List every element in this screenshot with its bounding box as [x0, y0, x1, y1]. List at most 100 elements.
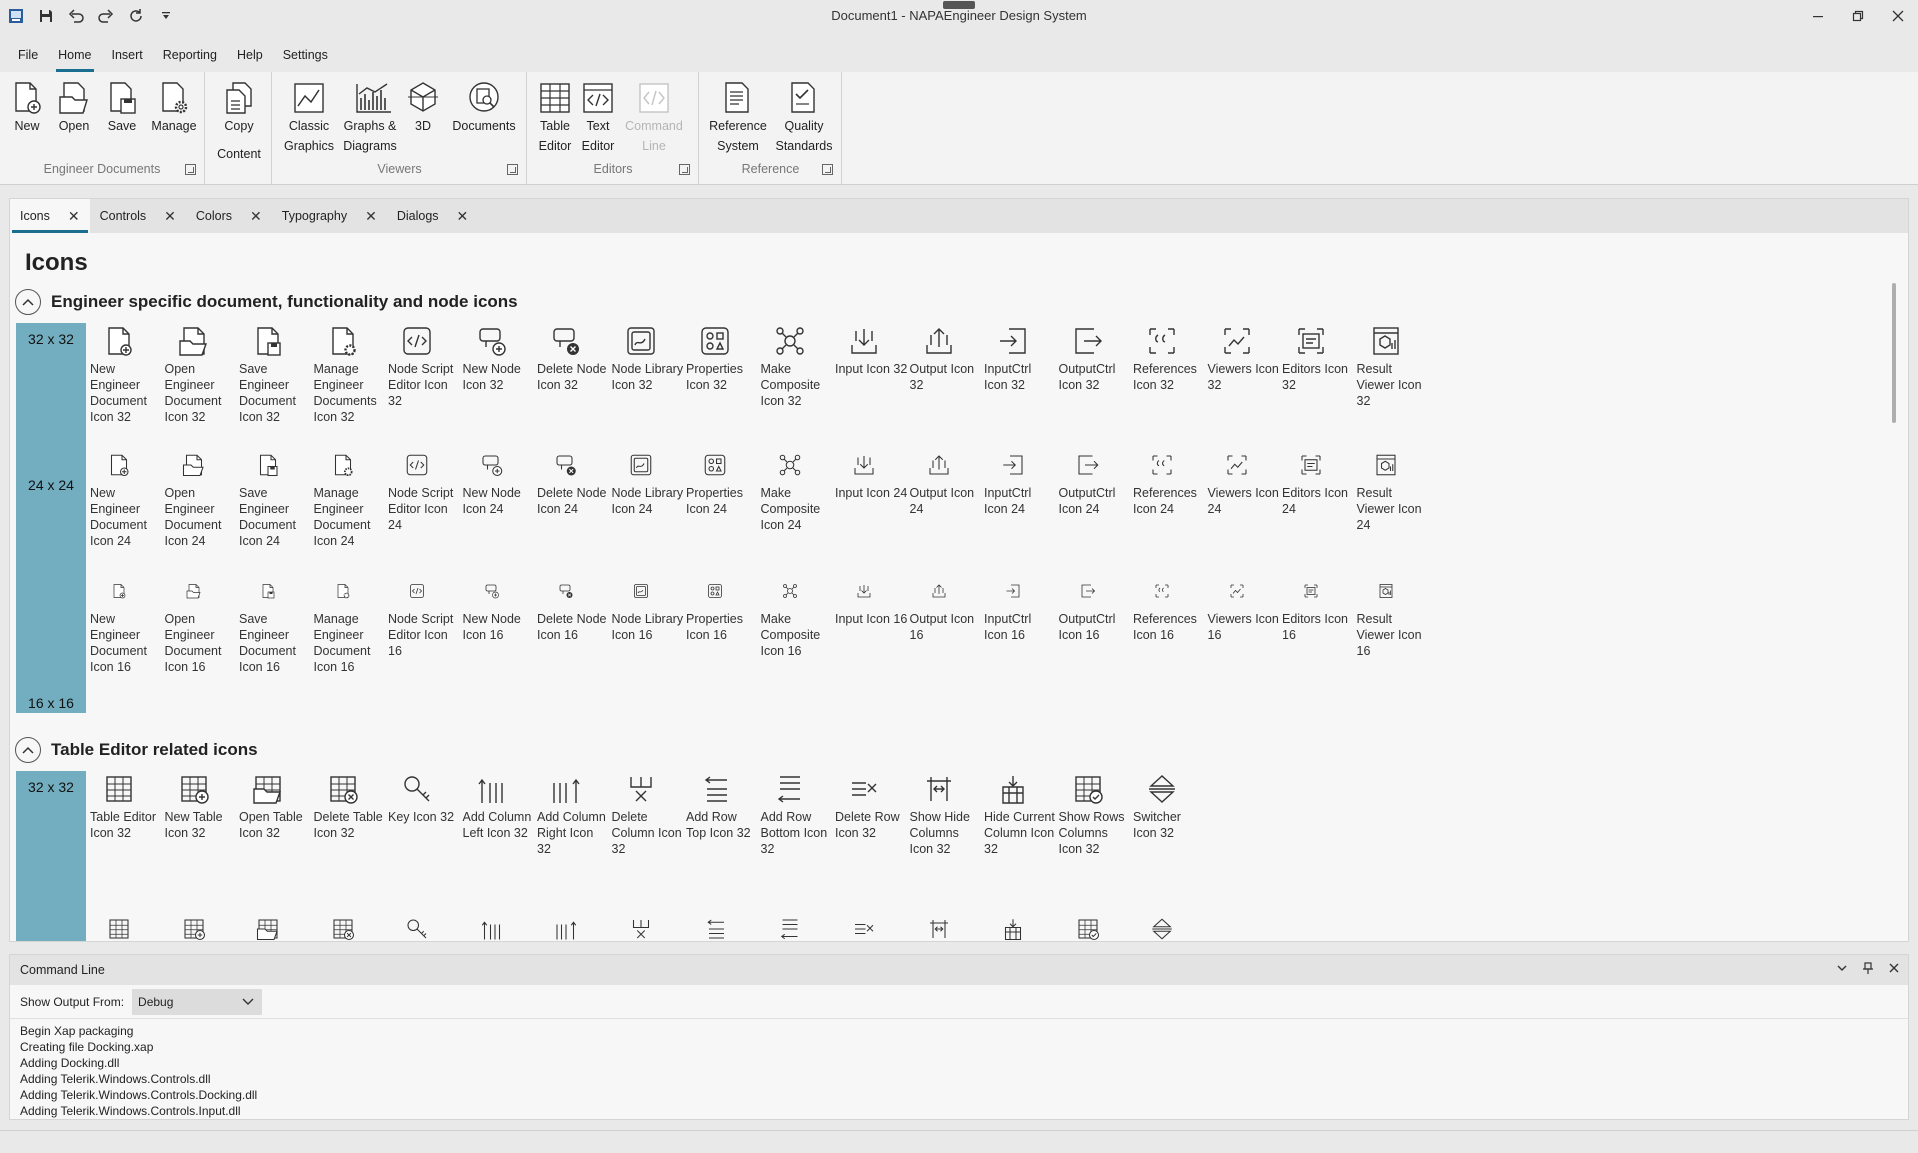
3d-viewer-button[interactable]: 3D	[403, 80, 443, 136]
icon-item[interactable]: Delete Node Icon 32	[537, 325, 612, 425]
manage-documents-button[interactable]: Manage	[150, 80, 198, 136]
close-panel-icon[interactable]	[1888, 962, 1900, 974]
icon-item[interactable]: Properties Icon 16	[686, 575, 761, 675]
output-source-select[interactable]: Debug	[132, 988, 263, 1015]
classic-graphics-button[interactable]: Classic Graphics	[283, 80, 335, 156]
icon-item[interactable]: New Engineer Document Icon 16	[90, 575, 165, 675]
icon-item[interactable]: Delete Table Icon 32	[314, 773, 389, 857]
close-tab-icon[interactable]: ✕	[250, 208, 262, 225]
menu-tab-insert[interactable]: Insert	[102, 38, 153, 72]
icon-item[interactable]	[835, 913, 910, 941]
menu-tab-help[interactable]: Help	[227, 38, 273, 72]
icon-item[interactable]: Output Icon 32	[910, 325, 985, 425]
icon-item[interactable]: Table Editor Icon 32	[90, 773, 165, 857]
pin-icon[interactable]	[1862, 962, 1874, 974]
icon-item[interactable]	[314, 913, 389, 941]
icon-item[interactable]: InputCtrl Icon 32	[984, 325, 1059, 425]
documents-viewer-button[interactable]: Documents	[449, 80, 519, 136]
output-log[interactable]: Begin Xap packaging Creating file Dockin…	[10, 1019, 1908, 1123]
doc-tab-controls[interactable]: Controls ✕	[90, 199, 186, 233]
icon-item[interactable]: New Engineer Document Icon 24	[90, 449, 165, 549]
icon-item[interactable]: Result Viewer Icon 32	[1357, 325, 1432, 425]
icon-item[interactable]: OutputCtrl Icon 24	[1059, 449, 1134, 549]
icon-item[interactable]: Input Icon 16	[835, 575, 910, 675]
icon-item[interactable]: Delete Node Icon 24	[537, 449, 612, 549]
icon-item[interactable]: Manage Engineer Document Icon 16	[314, 575, 389, 675]
icon-item[interactable]	[910, 913, 985, 941]
icon-item[interactable]: OutputCtrl Icon 16	[1059, 575, 1134, 675]
icon-item[interactable]: Manage Engineer Documents Icon 32	[314, 325, 389, 425]
dialog-launcher-icon[interactable]	[185, 164, 196, 175]
icon-item[interactable]: InputCtrl Icon 16	[984, 575, 1059, 675]
menu-tab-settings[interactable]: Settings	[273, 38, 338, 72]
icon-item[interactable]: Viewers Icon 32	[1208, 325, 1283, 425]
icon-item[interactable]: Result Viewer Icon 16	[1357, 575, 1432, 675]
icon-item[interactable]	[761, 913, 836, 941]
icon-item[interactable]: Add Row Top Icon 32	[686, 773, 761, 857]
icon-item[interactable]	[165, 913, 240, 941]
icon-item[interactable]	[1133, 913, 1208, 941]
icon-item[interactable]	[239, 913, 314, 941]
icon-item[interactable]	[463, 913, 538, 941]
icon-item[interactable]: Delete Node Icon 16	[537, 575, 612, 675]
icon-item[interactable]: Output Icon 16	[910, 575, 985, 675]
icon-item[interactable]	[537, 913, 612, 941]
icon-item[interactable]: New Node Icon 24	[463, 449, 538, 549]
icon-item[interactable]: Input Icon 32	[835, 325, 910, 425]
icon-item[interactable]	[984, 913, 1059, 941]
icon-item[interactable]: Node Library Icon 24	[612, 449, 687, 549]
icon-item[interactable]: Switcher Icon 32	[1133, 773, 1208, 857]
table-editor-button[interactable]: Table Editor	[536, 80, 574, 156]
close-tab-icon[interactable]: ✕	[365, 208, 377, 225]
save-document-button[interactable]: Save	[102, 80, 142, 136]
icon-item[interactable]: Manage Engineer Document Icon 24	[314, 449, 389, 549]
icon-item[interactable]: Node Library Icon 16	[612, 575, 687, 675]
open-document-button[interactable]: Open	[52, 80, 96, 136]
menu-tab-reporting[interactable]: Reporting	[153, 38, 227, 72]
icon-item[interactable]: Node Script Editor Icon 24	[388, 449, 463, 549]
quality-standards-button[interactable]: Quality Standards	[774, 80, 834, 156]
icon-item[interactable]: Output Icon 24	[910, 449, 985, 549]
icon-item[interactable]: Input Icon 24	[835, 449, 910, 549]
icon-item[interactable]: New Engineer Document Icon 32	[90, 325, 165, 425]
icon-item[interactable]: Make Composite Icon 24	[761, 449, 836, 549]
new-document-button[interactable]: New	[8, 80, 46, 136]
icon-item[interactable]: Editors Icon 24	[1282, 449, 1357, 549]
icon-item[interactable]	[90, 913, 165, 941]
icon-item[interactable]: Viewers Icon 16	[1208, 575, 1283, 675]
icon-item[interactable]: References Icon 24	[1133, 449, 1208, 549]
text-editor-button[interactable]: Text Editor	[578, 80, 618, 156]
icon-item[interactable]: Node Script Editor Icon 32	[388, 325, 463, 425]
icon-item[interactable]: Result Viewer Icon 24	[1357, 449, 1432, 549]
menu-tab-home[interactable]: Home	[48, 38, 101, 72]
icon-item[interactable]: Make Composite Icon 16	[761, 575, 836, 675]
dialog-launcher-icon[interactable]	[507, 164, 518, 175]
icon-item[interactable]: New Table Icon 32	[165, 773, 240, 857]
icon-item[interactable]: Node Script Editor Icon 16	[388, 575, 463, 675]
icon-item[interactable]: Show Rows Columns Icon 32	[1059, 773, 1134, 857]
icon-item[interactable]: Save Engineer Document Icon 24	[239, 449, 314, 549]
icon-item[interactable]	[1059, 913, 1134, 941]
graphs-diagrams-button[interactable]: Graphs & Diagrams	[341, 80, 399, 156]
chevron-down-icon[interactable]	[1836, 962, 1848, 974]
icon-item[interactable]: New Node Icon 16	[463, 575, 538, 675]
reference-system-button[interactable]: Reference System	[708, 80, 768, 156]
icon-item[interactable]: Make Composite Icon 32	[761, 325, 836, 425]
icon-item[interactable]: Save Engineer Document Icon 16	[239, 575, 314, 675]
chevron-up-icon[interactable]	[15, 737, 41, 763]
icon-item[interactable]: Open Engineer Document Icon 24	[165, 449, 240, 549]
icon-item[interactable]: Hide Current Column Icon 32	[984, 773, 1059, 857]
icon-item[interactable]: Editors Icon 16	[1282, 575, 1357, 675]
icon-item[interactable]: OutputCtrl Icon 32	[1059, 325, 1134, 425]
icon-item[interactable]: Properties Icon 32	[686, 325, 761, 425]
dialog-launcher-icon[interactable]	[822, 164, 833, 175]
doc-tab-colors[interactable]: Colors ✕	[186, 199, 272, 233]
icon-item[interactable]: New Node Icon 32	[463, 325, 538, 425]
icon-item[interactable]: Save Engineer Document Icon 32	[239, 325, 314, 425]
icon-item[interactable]	[686, 913, 761, 941]
icon-item[interactable]: Delete Column Icon 32	[612, 773, 687, 857]
section-header[interactable]: Engineer specific document, functionalit…	[15, 289, 518, 315]
icon-item[interactable]	[388, 913, 463, 941]
icon-item[interactable]: References Icon 16	[1133, 575, 1208, 675]
icon-item[interactable]: InputCtrl Icon 24	[984, 449, 1059, 549]
